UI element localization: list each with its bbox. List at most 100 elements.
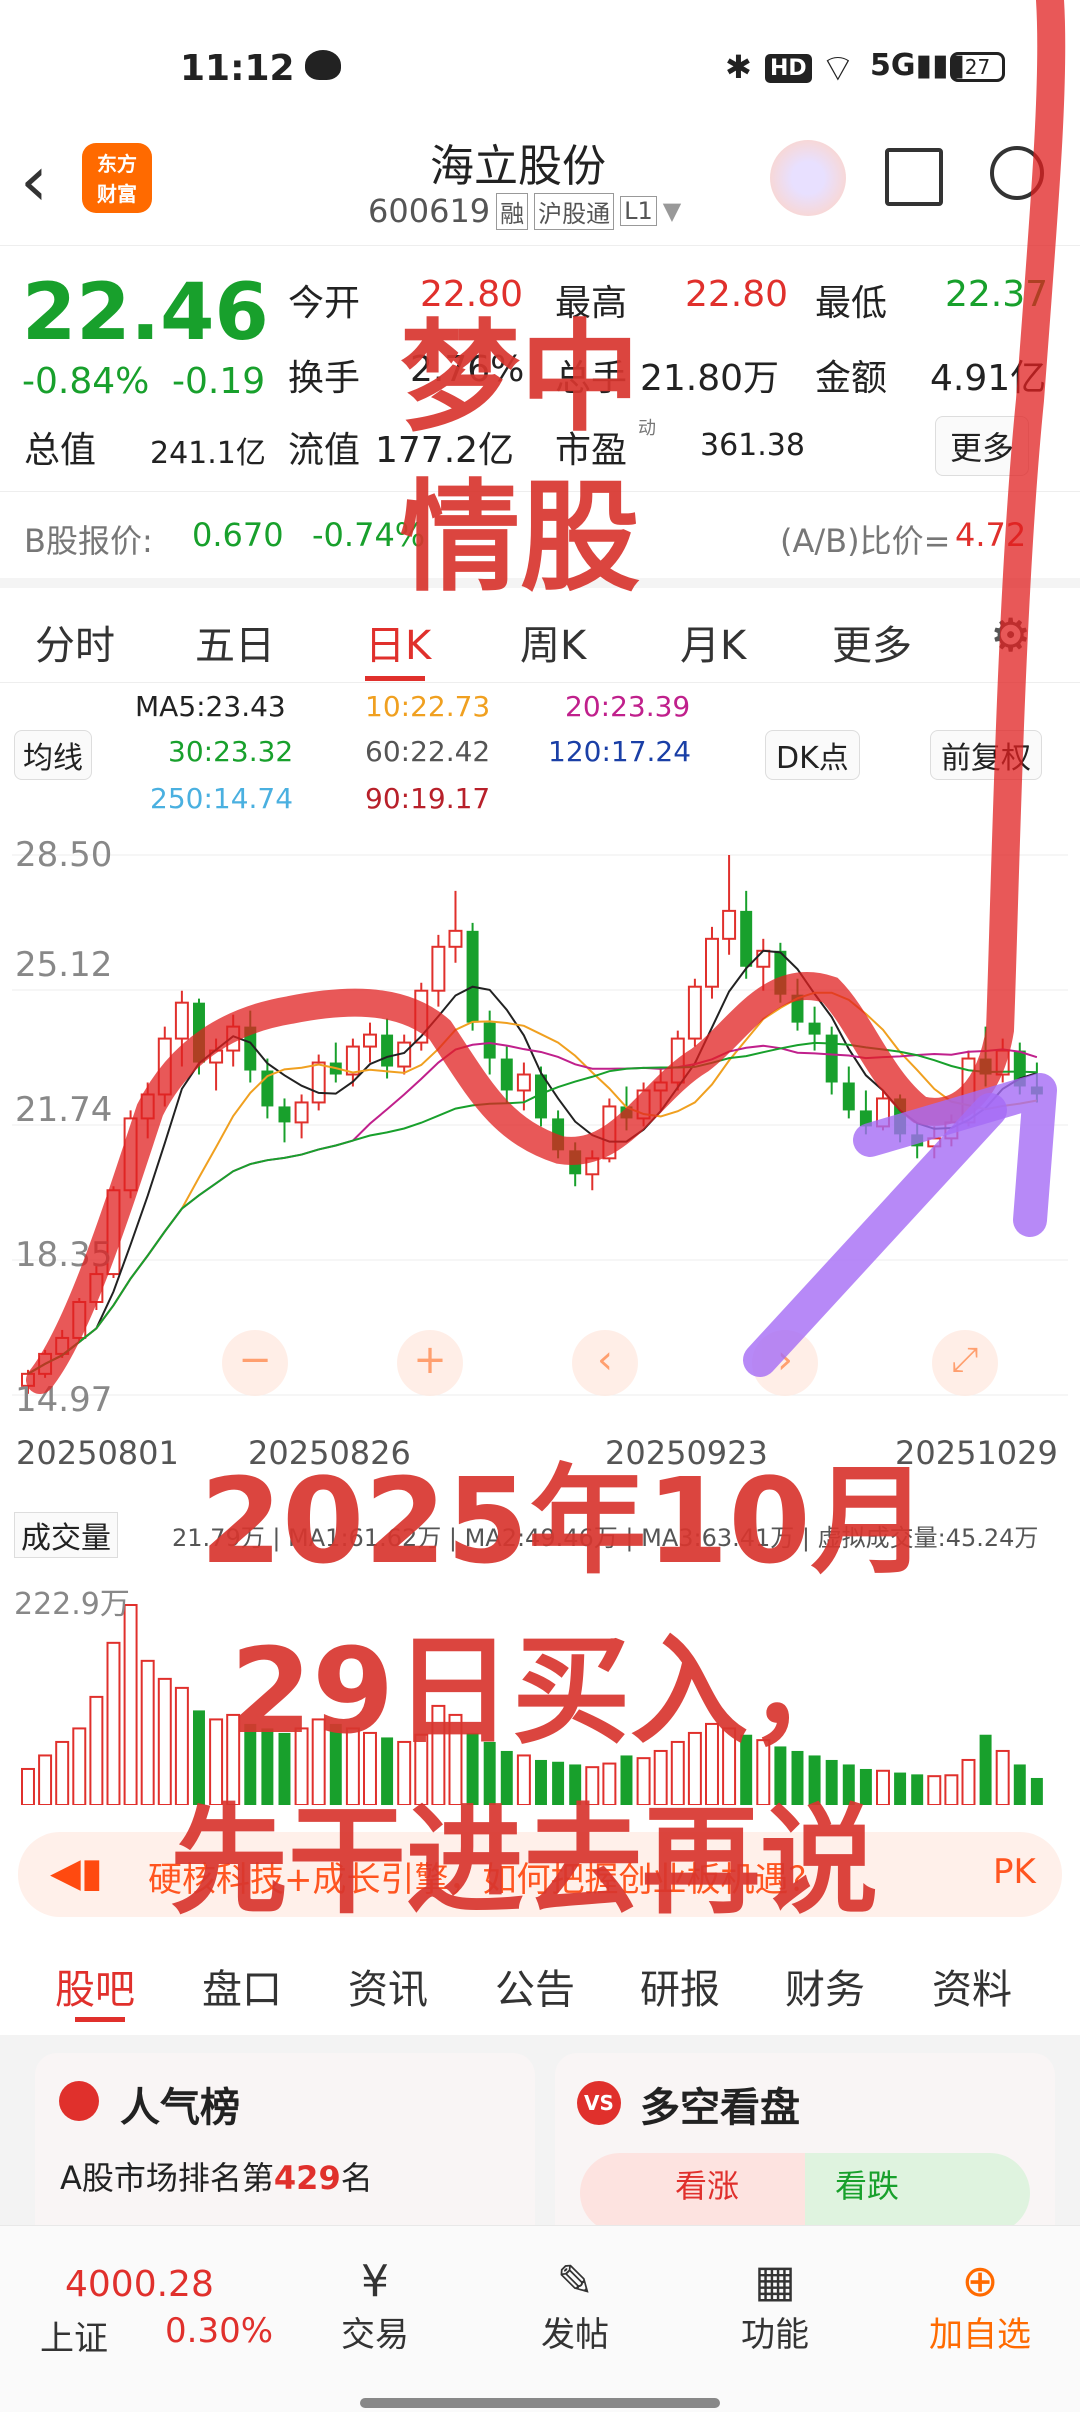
candle-body [193,1002,205,1063]
candle-body [842,1082,855,1111]
add-watchlist-button[interactable]: ⊕ 加自选 [915,2256,1045,2356]
candle-body [381,1034,394,1067]
volume-bar [995,1749,1010,1807]
b-share-label: B股报价: [24,522,153,560]
ma-type-select[interactable]: 均线 [14,730,92,780]
zoom-in-button[interactable]: + [397,1330,463,1396]
kline-chart[interactable]: 28.50 25.12 21.74 18.35 14.97 − + ‹ › ⤢ [12,835,1068,1420]
candle-body [569,1150,582,1175]
tab-news[interactable]: 资讯 [348,1957,428,2015]
trade-icon: ¥ [361,2256,389,2307]
tab-monthly-k[interactable]: 月K [680,613,746,671]
bear-button[interactable]: 看跌 [805,2153,1030,2233]
candle-body [722,909,737,940]
scroll-right-button[interactable]: › [752,1330,818,1396]
amount-label: 金额 [815,358,888,399]
scroll-left-button[interactable]: ‹ [572,1330,638,1396]
volume-bar [979,1734,992,1805]
tab-five-day[interactable]: 五日 [195,613,275,671]
candle-body [961,1057,976,1124]
volume-bar [944,1774,959,1806]
tab-profile[interactable]: 资料 [932,1957,1012,2015]
ma60-value: 60:22.42 [365,735,491,768]
ab-ratio-value: 4.72 [955,516,1027,554]
bull-bear-card[interactable]: VS 多空看盘 看涨 看跌 [555,2053,1055,2253]
candle-body [140,1093,155,1120]
popularity-card[interactable]: 人气榜 A股市场排名第429名 [35,2053,535,2253]
turnover-label: 换手 [288,358,361,399]
candle-body [311,1061,326,1104]
candle-body [466,930,479,1023]
tab-weekly-k[interactable]: 周K [520,613,586,671]
home-indicator [360,2398,720,2408]
index-pct[interactable]: 0.30% [165,2311,273,2351]
tab-daily-k[interactable]: 日K [365,613,431,671]
add-watchlist-label: 加自选 [929,2315,1031,2355]
function-button[interactable]: ▦ 功能 [730,2256,820,2356]
volume-bar [72,1727,87,1806]
subtab-indicator [75,2017,125,2022]
fullscreen-icon[interactable]: ⤢ [932,1330,998,1396]
candle-body [174,1001,189,1040]
tab-finance[interactable]: 财务 [785,1957,865,2015]
tab-guba[interactable]: 股吧 [55,1957,135,2015]
tab-pankou[interactable]: 盘口 [202,1957,282,2015]
settings-gear-icon[interactable]: ⚙ [990,608,1031,662]
dk-point-button[interactable]: DK点 [765,730,860,780]
change-value: -0.19 [172,361,266,402]
x-tick-1: 20250801 [16,1434,179,1472]
candle-body [89,1273,104,1304]
candle-body [585,1157,600,1176]
cards-area: 人气榜 A股市场排名第429名 VS 多空看盘 看涨 看跌 [0,2035,1080,2253]
back-icon[interactable]: ‹ [20,140,48,222]
volume-bar [38,1754,53,1807]
y-tick-4: 18.35 [15,1235,113,1275]
low-label: 最低 [815,283,888,324]
chevron-down-icon[interactable]: ▼ [663,197,681,225]
active-tab-indicator [365,676,425,681]
annotation-line-5: 先干进去再说 [170,1792,879,1930]
more-button[interactable]: 更多 [935,416,1030,476]
float-label: 流值 [288,430,361,471]
connect-tag: 沪股通 [534,192,615,230]
candle-body [123,1117,138,1192]
zoom-out-button[interactable]: − [222,1330,288,1396]
ma250-value: 250:14.74 [150,782,294,815]
banner-pk: PK [993,1852,1036,1892]
share-icon[interactable] [885,148,943,206]
wechat-icon [305,50,341,80]
ma10-value: 10:22.73 [365,690,491,723]
robot-assistant-icon[interactable] [770,140,846,216]
search-icon[interactable] [990,146,1044,200]
tab-announcement[interactable]: 公告 [495,1957,575,2015]
volume-bar [876,1769,890,1806]
bull-button[interactable]: 看涨 [580,2153,805,2233]
battery-icon: 27 [950,52,1005,82]
tab-more[interactable]: 更多 [832,613,912,671]
bluetooth-icon: ✱ [725,48,752,86]
ma-legend: MA5:23.43 10:22.73 20:23.39 均线 30:23.32 … [0,690,1080,830]
candle-body [278,1106,291,1123]
volume-bar [157,1677,172,1806]
mktcap-value: 241.1亿 [150,436,266,471]
volume-select[interactable]: 成交量 [14,1512,118,1558]
content-tabs: 股吧 盘口 资讯 公告 研报 财务 资料 [0,1935,1080,2035]
rank-number: 429 [273,2159,341,2197]
low-value: 22.37 [945,274,1049,315]
tab-intraday[interactable]: 分时 [35,613,115,671]
candle-body [927,1137,942,1148]
vs-icon: VS [577,2081,621,2125]
volume-ymax: 222.9万 [14,1587,130,1622]
candle-body [944,1121,959,1140]
index-value[interactable]: 4000.28 [65,2264,214,2305]
adjust-select[interactable]: 前复权 [930,730,1042,780]
change-pct: -0.84% [22,361,150,402]
tab-research[interactable]: 研报 [640,1957,720,2015]
stock-code: 600619 [368,192,491,230]
candle-body [483,1022,496,1059]
trade-button[interactable]: ¥ 交易 [330,2256,420,2356]
candle-body [363,1033,377,1048]
post-button[interactable]: ✎ 发帖 [530,2256,620,2356]
index-name[interactable]: 上证 [40,2311,108,2360]
candle-body [859,1110,872,1127]
